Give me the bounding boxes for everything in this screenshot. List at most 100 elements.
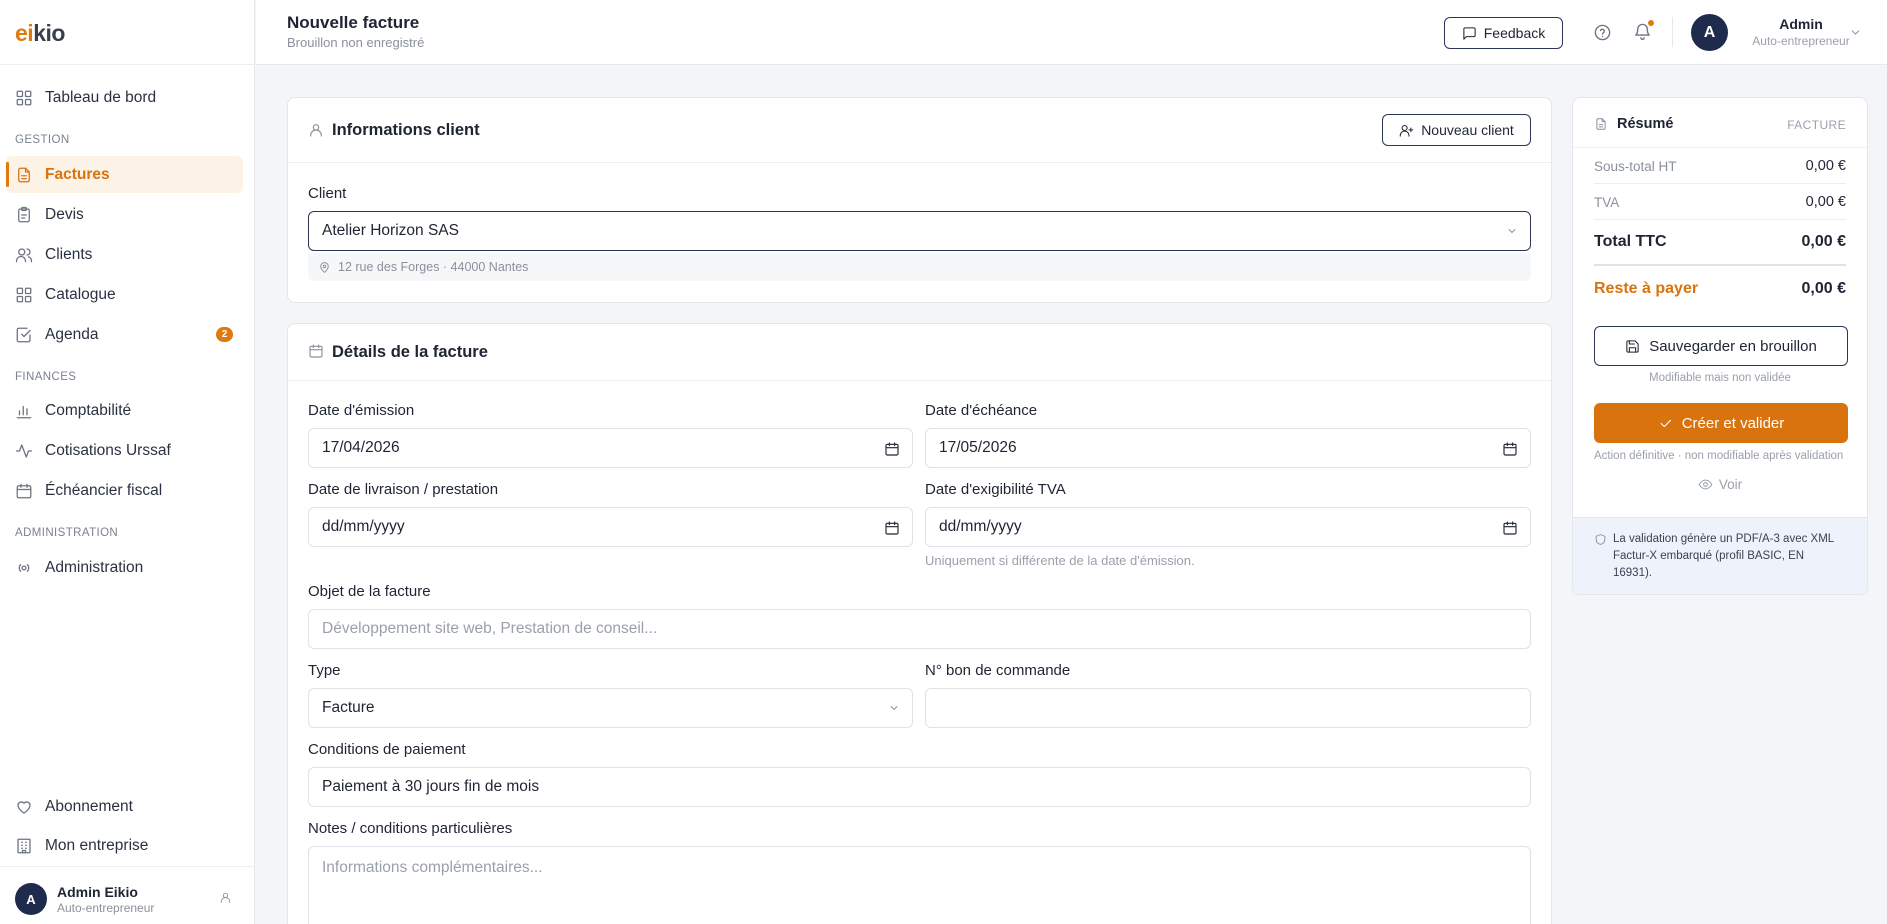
avatar[interactable]: A: [1691, 14, 1728, 51]
due-date-label: Date d'échéance: [925, 402, 1038, 419]
total-label: Total TTC: [1594, 233, 1667, 250]
sidebar-item-comptabilite[interactable]: Comptabilité: [6, 392, 243, 429]
sidebar-item-label: Administration: [45, 558, 144, 576]
sidebar-item-catalogue[interactable]: Catalogue: [6, 276, 243, 313]
subtotal-label: Sous-total HT: [1594, 159, 1677, 174]
sidebar-item-label: Abonnement: [45, 797, 133, 815]
subject-input[interactable]: Développement site web, Prestation de co…: [308, 609, 1531, 649]
users-icon: [15, 247, 33, 262]
type-select-value: Facture: [322, 699, 375, 716]
po-number-label: N° bon de commande: [925, 662, 1071, 679]
client-select[interactable]: Atelier Horizon SAS: [308, 211, 1531, 251]
radio-icon: [18, 563, 30, 572]
create-and-validate-button[interactable]: Créer et valider: [1594, 403, 1848, 443]
sidebar-item-clients[interactable]: Clients: [6, 236, 243, 273]
calendar-icon[interactable]: [884, 441, 900, 457]
notes-placeholder: Informations complémentaires...: [322, 859, 543, 876]
due-date-value: 17/05/2026: [939, 439, 1017, 456]
calendar-icon: [308, 343, 324, 359]
calendar-icon: [16, 483, 32, 498]
page-subtitle: Brouillon non enregistré: [287, 35, 425, 50]
sidebar-item-administration[interactable]: Administration: [6, 549, 243, 586]
sidebar-item-agenda[interactable]: Agenda 2: [6, 316, 243, 353]
bar-chart-icon: [16, 405, 32, 418]
chevron-down-icon[interactable]: [1849, 26, 1862, 39]
payment-terms-label: Conditions de paiement: [308, 741, 466, 758]
message-icon: [1463, 26, 1476, 40]
sidebar-item-echeancier-fiscal[interactable]: Échéancier fiscal: [6, 472, 243, 509]
grid-icon: [16, 90, 32, 105]
save-draft-label: Sauvegarder en brouillon: [1649, 337, 1817, 355]
sidebar-item-label: Échéancier fiscal: [45, 481, 163, 499]
sidebar-item-devis[interactable]: Devis: [6, 196, 243, 233]
payment-terms-value: Paiement à 30 jours fin de mois: [322, 778, 540, 795]
calendar-icon[interactable]: [884, 520, 900, 536]
user-role: Auto-entrepreneur: [57, 901, 155, 915]
chevron-down-icon: [888, 702, 900, 714]
divider: [1672, 17, 1673, 47]
logo[interactable]: eikio: [15, 20, 65, 47]
remaining-value: 0,00 €: [1801, 280, 1846, 297]
facturx-note-text: La validation génère un PDF/A-3 avec XML…: [1613, 533, 1834, 579]
sidebar-item-cotisations-urssaf[interactable]: Cotisations Urssaf: [6, 432, 243, 469]
user-name: Admin Eikio: [57, 884, 138, 900]
section-title-finances: FINANCES: [15, 371, 77, 383]
vat-date-label: Date d'exigibilité TVA: [925, 481, 1066, 498]
user-icon[interactable]: [219, 891, 232, 904]
client-label: Client: [308, 185, 347, 202]
vat-date-field[interactable]: dd/mm/yyyy: [925, 507, 1531, 547]
calendar-icon[interactable]: [1502, 520, 1518, 536]
sidebar-item-mon-entreprise[interactable]: Mon entreprise: [6, 827, 243, 864]
card-title: Informations client: [332, 121, 480, 139]
feedback-label: Feedback: [1483, 25, 1546, 41]
po-number-input[interactable]: [925, 688, 1531, 728]
calendar-icon[interactable]: [1502, 441, 1518, 457]
file-icon: [1594, 117, 1608, 131]
sidebar-item-label: Comptabilité: [45, 401, 132, 419]
shield-icon: [1594, 533, 1607, 546]
type-select[interactable]: Facture: [308, 688, 913, 728]
notes-label: Notes / conditions particulières: [308, 820, 513, 837]
view-button[interactable]: Voir: [1573, 477, 1867, 492]
top-header: Nouvelle facture Brouillon non enregistr…: [256, 0, 1887, 65]
delivery-date-field[interactable]: dd/mm/yyyy: [308, 507, 913, 547]
file-icon: [18, 167, 30, 182]
sidebar: eikio Tableau de bord GESTION Factures D…: [0, 0, 255, 924]
sidebar-item-dashboard[interactable]: Tableau de bord: [6, 79, 243, 116]
issue-date-field[interactable]: 17/04/2026: [308, 428, 913, 468]
divider: [1573, 147, 1867, 148]
sidebar-item-factures[interactable]: Factures: [6, 156, 243, 193]
activity-icon: [15, 443, 33, 458]
subject-label: Objet de la facture: [308, 583, 431, 600]
summary-title: Résumé: [1617, 116, 1674, 132]
sidebar-item-label: Catalogue: [45, 285, 116, 303]
document-type-label: FACTURE: [1787, 118, 1846, 132]
facturx-info-note: La validation génère un PDF/A-3 avec XML…: [1573, 517, 1867, 594]
sidebar-item-label: Mon entreprise: [45, 836, 149, 854]
sidebar-item-abonnement[interactable]: Abonnement: [6, 788, 243, 825]
due-date-field[interactable]: 17/05/2026: [925, 428, 1531, 468]
user-name[interactable]: Admin: [1735, 16, 1867, 32]
subject-placeholder: Développement site web, Prestation de co…: [322, 620, 658, 637]
vat-label: TVA: [1594, 195, 1620, 210]
divider: [1594, 264, 1846, 266]
section-title-administration: ADMINISTRATION: [15, 527, 119, 539]
map-pin-icon: [320, 261, 329, 273]
feedback-button[interactable]: Feedback: [1444, 17, 1563, 49]
help-icon[interactable]: [1593, 23, 1612, 42]
building-icon: [17, 838, 31, 853]
vat-value: 0,00 €: [1805, 194, 1846, 210]
sidebar-item-label: Agenda: [45, 325, 99, 343]
issue-date-value: 17/04/2026: [322, 439, 400, 456]
new-client-button[interactable]: Nouveau client: [1382, 114, 1531, 146]
page-title: Nouvelle facture: [287, 13, 420, 32]
user-icon: [308, 122, 324, 138]
payment-terms-input[interactable]: Paiement à 30 jours fin de mois: [308, 767, 1531, 807]
grid-icon: [16, 287, 32, 302]
save-icon: [1626, 339, 1639, 353]
notes-textarea[interactable]: Informations complémentaires...: [308, 846, 1531, 924]
delivery-date-label: Date de livraison / prestation: [308, 481, 499, 498]
client-select-value: Atelier Horizon SAS: [322, 222, 459, 239]
save-draft-button[interactable]: Sauvegarder en brouillon: [1594, 326, 1848, 366]
avatar[interactable]: A: [15, 883, 47, 915]
